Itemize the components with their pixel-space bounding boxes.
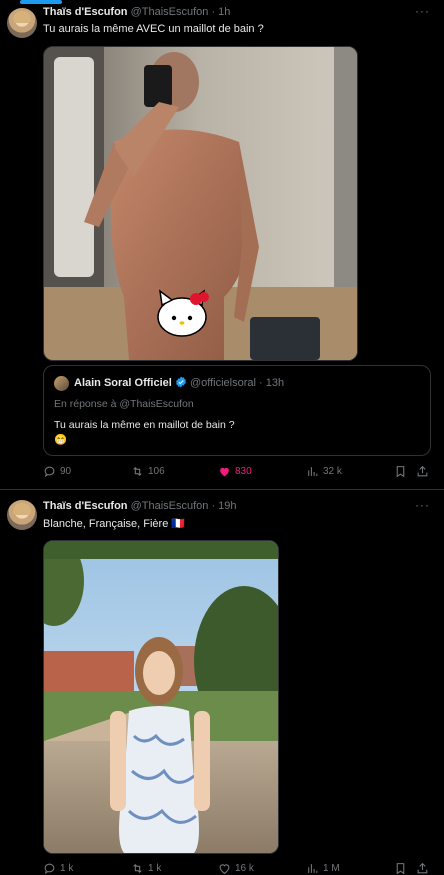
emoji: 😁 [54, 434, 68, 446]
share-button[interactable] [416, 465, 429, 478]
bookmark-icon [396, 466, 405, 478]
views-button[interactable]: 1 M [306, 862, 340, 875]
tweet-media[interactable] [43, 46, 358, 361]
reply-context[interactable]: En réponse à @ThaisEscufon [54, 398, 194, 410]
retweet-button[interactable]: 106 [131, 465, 165, 478]
share-icon [417, 862, 428, 874]
media-image [44, 47, 357, 360]
tweet-header: Thaïs d'Escufon @ThaisEscufon · 19h [43, 500, 237, 512]
tweet-text: Blanche, Française, Fière 🇫🇷 [43, 518, 186, 530]
tweet-text: Tu aurais la même AVEC un maillot de bai… [43, 23, 264, 35]
retweet-count: 1 k [148, 863, 162, 874]
share-button[interactable] [416, 862, 429, 875]
reply-button[interactable]: 90 [43, 465, 71, 478]
quoted-tweet-text: Tu aurais la même en maillot de bain ? [54, 419, 235, 431]
timestamp[interactable]: · 1h [211, 6, 230, 18]
share-icon [417, 465, 428, 477]
retweet-count: 106 [148, 466, 165, 477]
more-icon[interactable]: ··· [415, 4, 430, 18]
author-handle[interactable]: @ThaisEscufon [131, 6, 209, 18]
timestamp[interactable]: · 13h [259, 377, 284, 389]
tweet[interactable]: Thaïs d'Escufon @ThaisEscufon · 1h ··· T… [0, 0, 444, 488]
views-icon [308, 467, 318, 476]
views-button[interactable]: 32 k [306, 465, 342, 478]
views-count: 32 k [323, 466, 342, 477]
bookmark-button[interactable] [394, 862, 407, 875]
avatar[interactable] [7, 500, 37, 530]
author-name[interactable]: Thaïs d'Escufon [43, 500, 128, 512]
tweet[interactable]: Thaïs d'Escufon @ThaisEscufon · 19h ··· … [0, 490, 444, 875]
reply-icon [44, 466, 55, 478]
reply-icon [44, 863, 55, 875]
bookmark-button[interactable] [394, 465, 407, 478]
more-icon[interactable]: ··· [415, 498, 430, 512]
reply-count: 90 [60, 466, 72, 477]
retweet-button[interactable]: 1 k [131, 862, 161, 875]
views-count: 1 M [323, 863, 340, 874]
heart-icon [219, 864, 230, 875]
author-name[interactable]: Alain Soral Officiel [74, 377, 172, 389]
media-image [44, 541, 278, 853]
heart-icon [220, 467, 229, 477]
author-name[interactable]: Thaïs d'Escufon [43, 6, 128, 18]
author-handle[interactable]: @ThaisEscufon [131, 500, 209, 512]
like-count: 830 [235, 466, 252, 477]
quoted-tweet[interactable]: Alain Soral Officiel @officielsoral · 13… [43, 365, 431, 456]
views-icon [308, 864, 318, 873]
avatar[interactable] [54, 376, 69, 391]
like-count: 16 k [235, 863, 254, 874]
reply-button[interactable]: 1 k [43, 862, 73, 875]
author-handle[interactable]: @officielsoral [190, 377, 256, 389]
quoted-tweet-header: Alain Soral Officiel @officielsoral · 13… [74, 376, 284, 389]
reply-count: 1 k [60, 863, 74, 874]
avatar[interactable] [7, 8, 37, 38]
bookmark-icon [396, 863, 405, 875]
hello-kitty-sticker [157, 289, 209, 337]
retweet-icon [133, 863, 142, 874]
tweet-media[interactable] [43, 540, 279, 854]
like-button[interactable]: 830 [218, 465, 252, 478]
tweet-header: Thaïs d'Escufon @ThaisEscufon · 1h [43, 6, 230, 18]
verified-icon [175, 376, 186, 388]
retweet-icon [133, 466, 142, 477]
like-button[interactable]: 16 k [218, 862, 254, 875]
timestamp[interactable]: · 19h [211, 500, 236, 512]
